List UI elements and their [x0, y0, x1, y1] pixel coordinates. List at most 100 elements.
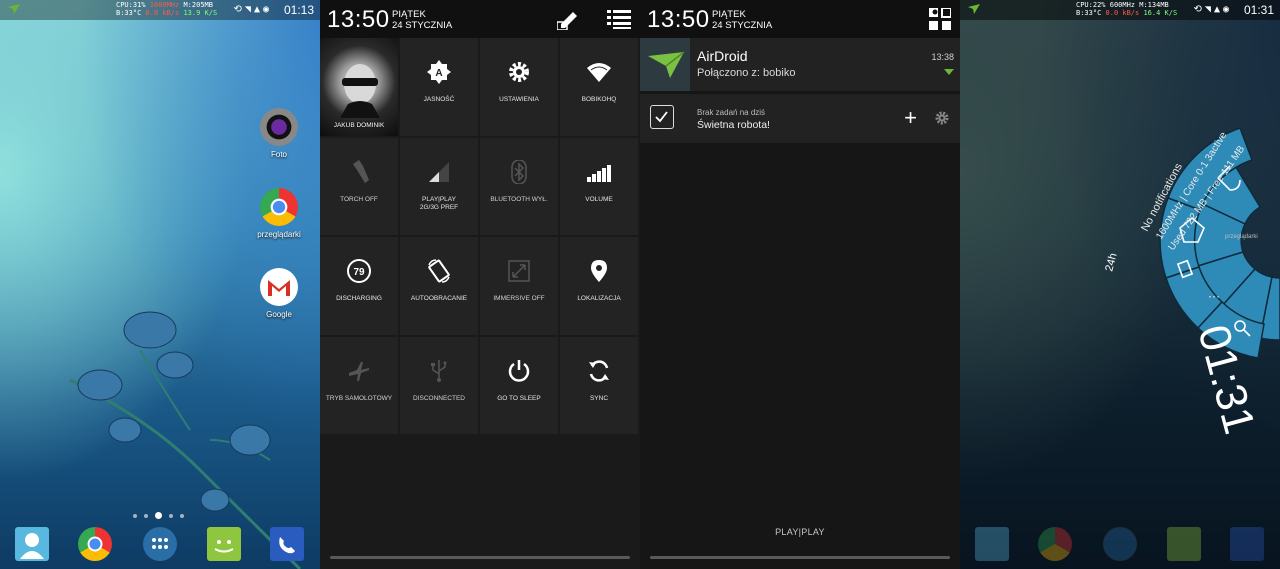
camera-icon — [260, 108, 298, 146]
bluetooth-icon — [511, 159, 527, 184]
tile-sync[interactable]: SYNC — [560, 336, 640, 436]
desktop-icon-label: przeglądarki — [257, 230, 301, 239]
tile-label: SYNC — [589, 394, 609, 402]
tile-label: GO TO SLEEP — [497, 394, 541, 402]
power-icon — [508, 359, 530, 382]
pie-24h-label: 24h — [1103, 252, 1119, 273]
page-dot — [144, 513, 148, 518]
dock — [0, 524, 320, 564]
tile-airplane[interactable]: TRYB SAMOLOTOWY — [320, 336, 400, 436]
volume-icon — [587, 164, 611, 182]
contacts-icon[interactable] — [15, 527, 49, 561]
drag-handle[interactable] — [650, 556, 950, 559]
rotate-icon — [428, 259, 450, 283]
drag-handle[interactable] — [330, 556, 630, 559]
page-dot — [169, 513, 173, 518]
header-date: PIĄTEK 24 STYCZNIA — [392, 9, 452, 31]
tile-label: DISCONNECTED — [412, 394, 465, 402]
notification-time: 13:38 — [931, 52, 954, 62]
notification-shade-panel: 13:50 PIĄTEK 24 STYCZNIA AirDroid Połącz… — [640, 0, 960, 569]
wifi-icon: ◥ — [244, 4, 254, 15]
battery-level: 79 — [353, 267, 365, 278]
notification-text: Połączono z: bobiko — [697, 67, 796, 79]
tile-bluetooth[interactable]: BLUETOOTH WYŁ. — [480, 137, 560, 237]
desktop-icon-foto[interactable]: Foto — [249, 108, 309, 159]
notification-title: AirDroid — [697, 48, 748, 64]
desktop-icon-label: Foto — [270, 150, 287, 159]
tile-autorotate[interactable]: AUTOOBRACANIE — [400, 237, 480, 337]
status-clock: 01:13 — [283, 3, 314, 17]
user-silhouette-icon — [340, 64, 380, 118]
desktop-icon-google[interactable]: Google — [249, 268, 309, 319]
task-checkbox[interactable] — [650, 105, 674, 129]
tile-user[interactable]: JAKUB DOMINIK — [320, 38, 400, 138]
quick-settings-toggle-icon[interactable] — [929, 8, 951, 30]
edit-icon[interactable] — [557, 8, 581, 30]
more-icon: ··· — [1208, 289, 1220, 303]
desktop-icon-label: Google — [266, 310, 292, 319]
quick-settings-panel: 13:50 PIĄTEK 24 STYCZNIA JAKUB DOMINIK A… — [320, 0, 640, 569]
tile-wifi[interactable]: BOBIKOHQ — [560, 38, 640, 138]
android-icon[interactable] — [207, 527, 241, 561]
tile-mobile-network[interactable]: PLAY|PLAY 2G/3G PREF — [400, 137, 480, 237]
tile-settings[interactable]: USTAWIENIA — [480, 38, 560, 138]
tile-label: USTAWIENIA — [499, 96, 539, 103]
header-time: 13:50 — [647, 6, 710, 33]
system-monitor-overlay: CPU:31% 1600MHz M:205MB B:33°C 0.0 kB/s … — [116, 1, 218, 17]
gmail-icon — [260, 268, 298, 306]
tile-torch[interactable]: TORCH OFF — [320, 137, 400, 237]
tile-sleep[interactable]: GO TO SLEEP — [480, 336, 560, 436]
battery-icon: 79 — [347, 259, 371, 283]
desktop-icon-label: przeglądarki — [1225, 234, 1258, 240]
page-dot — [180, 513, 184, 518]
immersive-icon — [508, 260, 530, 282]
status-bar: CPU:31% 1600MHz M:205MB B:33°C 0.0 kB/s … — [0, 0, 320, 20]
status-icons: ⟲◥▲◉ — [234, 4, 272, 15]
tile-label: DISCHARGING — [336, 295, 382, 302]
checkmark-icon — [655, 111, 668, 123]
airdroid-icon — [8, 4, 20, 14]
notification-subtitle: Brak zadań na dziś — [697, 108, 766, 117]
signal-icon: ▲ — [253, 4, 263, 15]
phone-icon[interactable] — [270, 527, 304, 561]
carrier-label: PLAY|PLAY — [775, 527, 825, 537]
chrome-icon[interactable] — [78, 527, 112, 561]
notifications-list-icon[interactable] — [607, 8, 631, 30]
flashlight-icon — [353, 159, 369, 183]
page-dot-active — [155, 512, 162, 519]
airdroid-icon — [640, 38, 690, 91]
pie-control-panel: CPU:22% 600MHz M:134MB B:33°C 0.0 kB/s 1… — [960, 0, 1280, 569]
tile-volume[interactable]: VOLUME — [560, 137, 640, 237]
tile-label: VOLUME — [585, 195, 613, 203]
desktop-icon-browsers[interactable]: przeglądarki — [249, 188, 309, 239]
tile-usb[interactable]: DISCONNECTED — [400, 336, 480, 436]
location-icon — [591, 260, 607, 282]
app-drawer-icon[interactable] — [143, 527, 177, 561]
notification-airdroid[interactable]: AirDroid Połączono z: bobiko 13:38 — [640, 38, 960, 91]
sync-icon — [589, 359, 609, 382]
wifi-icon — [587, 63, 611, 82]
tile-battery[interactable]: 79 DISCHARGING — [320, 237, 400, 337]
header-date-text: 24 STYCZNIA — [712, 20, 773, 31]
page-indicator — [133, 512, 184, 519]
tile-location[interactable]: LOKALIZACJA — [560, 237, 640, 337]
tile-label: TORCH OFF — [340, 195, 378, 203]
notification-tasks[interactable]: Brak zadań na dziś Świetna robota! + — [640, 94, 960, 143]
header-date: PIĄTEK 24 STYCZNIA — [712, 9, 772, 31]
chrome-icon — [260, 188, 298, 226]
gear-icon[interactable] — [935, 111, 949, 125]
airplane-icon — [349, 361, 369, 381]
header-day: PIĄTEK — [392, 9, 426, 20]
battery-icon: ◉ — [262, 4, 272, 15]
tile-immersive[interactable]: IMMERSIVE OFF — [480, 237, 560, 337]
signal-icon — [429, 161, 449, 182]
svg-text:A: A — [435, 68, 442, 79]
tile-label: LOKALIZACJA — [577, 295, 621, 302]
usb-icon — [431, 359, 447, 382]
tile-label: AUTOOBRACANIE — [410, 295, 468, 302]
tile-brightness[interactable]: A JASNOŚĆ — [400, 38, 480, 138]
tile-label: PLAY|PLAY 2G/3G PREF — [419, 195, 459, 212]
add-task-button[interactable]: + — [904, 107, 917, 129]
expand-arrow-icon[interactable] — [944, 69, 954, 75]
tile-label: JAKUB DOMINIK — [333, 122, 385, 129]
